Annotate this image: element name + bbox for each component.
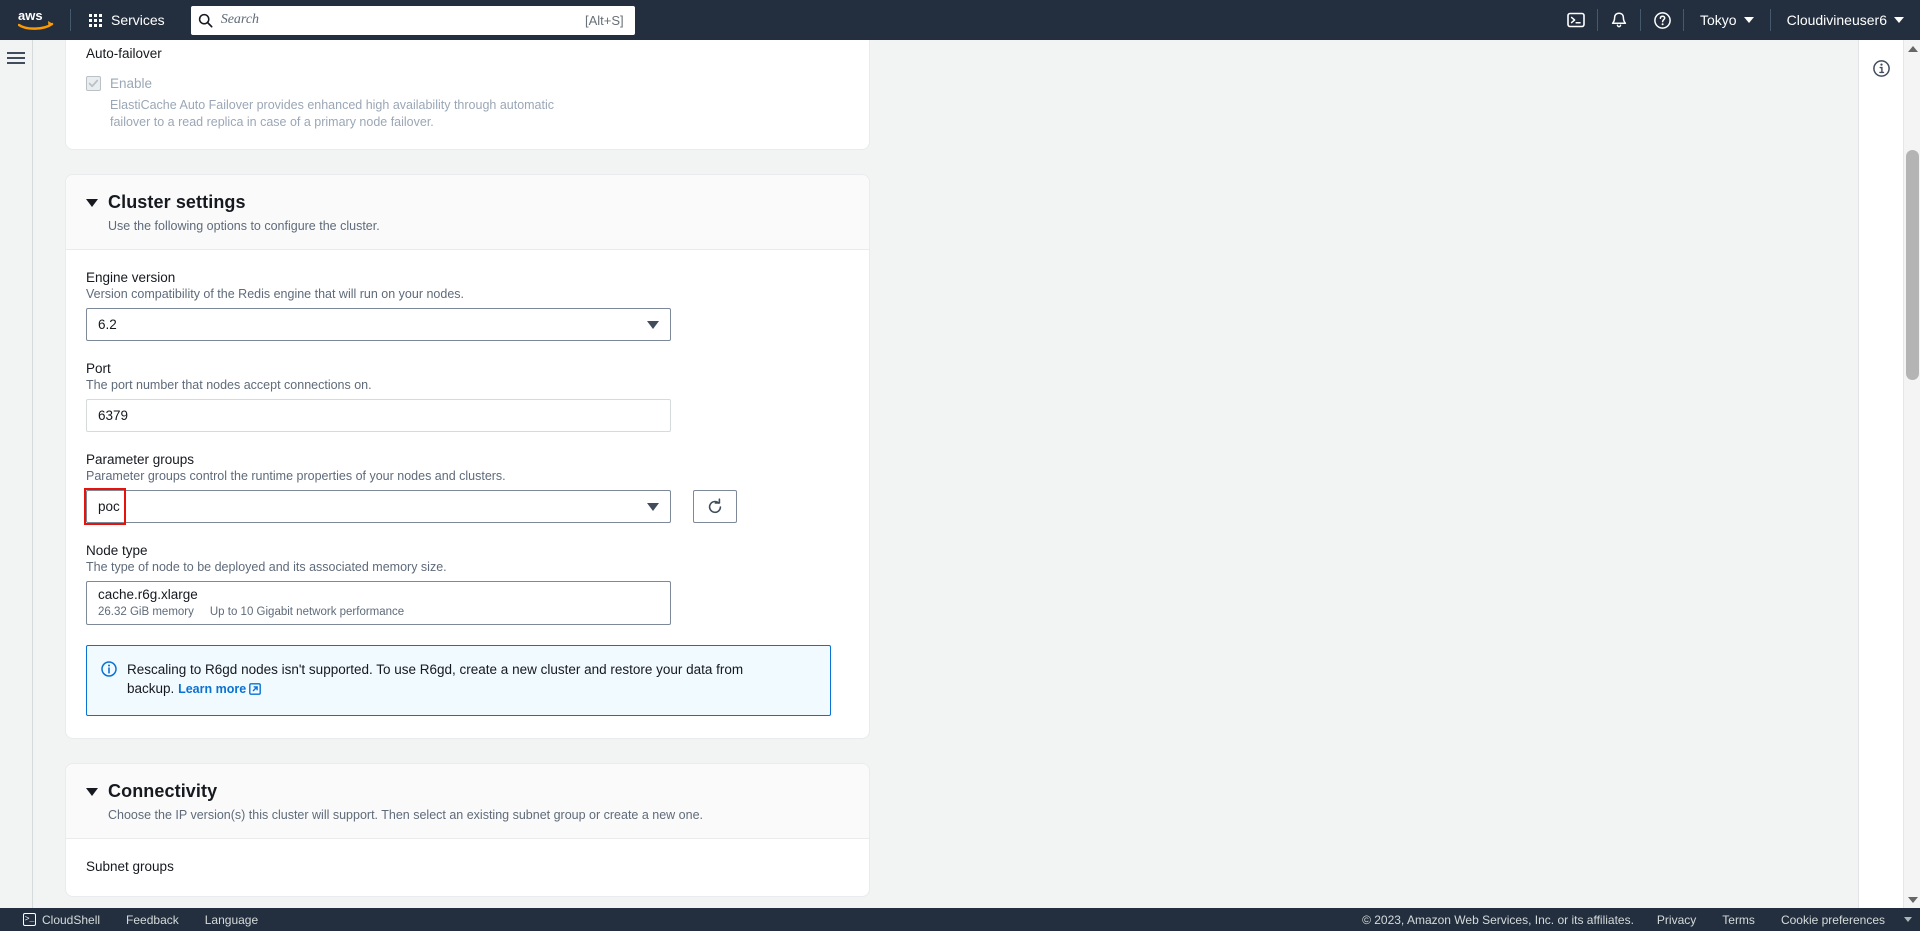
collapse-toggle-icon[interactable] — [86, 787, 98, 796]
port-description: The port number that nodes accept connec… — [86, 378, 372, 392]
port-field: Port The port number that nodes accept c… — [86, 361, 849, 432]
footer-right-group: © 2023, Amazon Web Services, Inc. or its… — [1362, 913, 1920, 927]
parameter-groups-select-wrapper: poc — [84, 488, 671, 525]
port-label: Port — [86, 361, 111, 376]
language-label: Language — [204, 912, 259, 927]
collapse-toggle-icon[interactable] — [86, 198, 98, 207]
region-selector[interactable]: Tokyo — [1684, 0, 1770, 40]
svg-text:aws: aws — [18, 8, 43, 23]
cluster-settings-title: Cluster settings — [108, 192, 246, 212]
aws-logo[interactable]: aws — [8, 0, 64, 40]
auto-failover-section: Auto-failover Enable ElastiCache Auto Fa… — [65, 40, 870, 150]
page-scrollbar[interactable] — [1903, 40, 1920, 908]
bell-icon[interactable] — [1598, 0, 1640, 40]
cookie-preferences-link[interactable]: Cookie preferences — [1768, 913, 1898, 927]
chevron-down-icon — [647, 320, 659, 329]
top-nav-right-group: Tokyo Cloudivineuser6 — [1555, 0, 1920, 40]
account-menu-button[interactable]: Cloudivineuser6 — [1771, 0, 1920, 40]
rescaling-info-alert: Rescaling to R6gd nodes isn't supported.… — [86, 645, 831, 716]
auto-failover-enable-label: Enable — [110, 76, 153, 91]
left-navigation-rail — [0, 40, 33, 908]
copyright-text: © 2023, Amazon Web Services, Inc. or its… — [1362, 912, 1634, 927]
nav-divider — [70, 9, 71, 31]
region-label: Tokyo — [1700, 12, 1737, 28]
parameter-groups-description: Parameter groups control the runtime pro… — [86, 469, 506, 483]
parameter-groups-label: Parameter groups — [86, 452, 195, 467]
port-input[interactable]: 6379 — [86, 399, 671, 432]
footer-left-group: >_ CloudShell Feedback Language — [0, 913, 271, 927]
connectivity-body: Subnet groups — [66, 839, 869, 896]
footer-bar: >_ CloudShell Feedback Language © 2023, … — [0, 908, 1920, 931]
engine-version-field: Engine version Version compatibility of … — [86, 270, 849, 341]
node-type-network: Up to 10 Gigabit network performance — [209, 606, 405, 618]
cluster-settings-subtitle: Use the following options to configure t… — [108, 219, 380, 233]
node-type-label: Node type — [86, 543, 148, 558]
right-info-rail — [1858, 40, 1903, 908]
cluster-settings-card: Cluster settings Use the following optio… — [65, 174, 870, 739]
refresh-icon[interactable] — [693, 490, 737, 523]
feedback-button[interactable]: Feedback — [113, 913, 192, 927]
chevron-down-icon — [647, 502, 659, 511]
feedback-label: Feedback — [126, 912, 179, 927]
language-button[interactable]: Language — [192, 913, 271, 927]
parameter-groups-value: poc — [98, 499, 120, 514]
auto-failover-checkbox — [86, 76, 101, 91]
services-menu-button[interactable]: Services — [77, 0, 177, 40]
grid-icon — [89, 13, 102, 27]
connectivity-header: Connectivity Choose the IP version(s) th… — [66, 764, 869, 839]
account-label: Cloudivineuser6 — [1786, 12, 1887, 28]
chevron-down-icon — [1743, 17, 1754, 23]
connectivity-card: Connectivity Choose the IP version(s) th… — [65, 763, 870, 897]
node-type-meta: 26.32 GiB memory Up to 10 Gigabit networ… — [98, 604, 659, 620]
cloudshell-label: CloudShell — [42, 912, 101, 927]
chevron-down-icon — [1894, 17, 1904, 23]
auto-failover-description: ElastiCache Auto Failover provides enhan… — [110, 98, 555, 129]
page-container: Auto-failover Enable ElastiCache Auto Fa… — [0, 40, 1920, 908]
scrollbar-up-arrow-icon[interactable] — [1904, 40, 1920, 57]
cluster-form-column: Auto-failover Enable ElastiCache Auto Fa… — [65, 40, 870, 908]
info-circle-icon — [101, 661, 117, 701]
terms-link[interactable]: Terms — [1709, 913, 1768, 927]
engine-version-value: 6.2 — [98, 317, 117, 332]
info-circle-icon[interactable] — [1866, 53, 1896, 83]
search-icon — [191, 13, 221, 28]
node-type-field: Node type The type of node to be deploye… — [86, 543, 849, 625]
cloudshell-icon: >_ — [23, 913, 36, 926]
alert-message: Rescaling to R6gd nodes isn't supported.… — [127, 660, 787, 701]
external-link-icon — [249, 682, 262, 701]
cloudshell-icon[interactable] — [1555, 0, 1597, 40]
port-value: 6379 — [98, 408, 129, 423]
engine-version-select[interactable]: 6.2 — [86, 308, 671, 341]
node-type-select[interactable]: cache.r6g.xlarge 26.32 GiB memory Up to … — [86, 581, 671, 625]
parameter-groups-field: Parameter groups Parameter groups contro… — [84, 452, 849, 525]
connectivity-subtitle: Choose the IP version(s) this cluster wi… — [108, 808, 703, 822]
engine-version-label: Engine version — [86, 270, 176, 285]
node-type-value: cache.r6g.xlarge — [98, 587, 198, 602]
connectivity-title: Connectivity — [108, 781, 218, 801]
services-label: Services — [111, 12, 165, 28]
node-type-memory: 26.32 GiB memory — [98, 606, 194, 618]
search-shortcut-hint: [Alt+S] — [585, 12, 624, 28]
privacy-link[interactable]: Privacy — [1644, 913, 1709, 927]
search-input[interactable]: Search — [221, 12, 585, 28]
auto-failover-enable-row[interactable]: Enable ElastiCache Auto Failover provide… — [86, 75, 849, 131]
engine-version-description: Version compatibility of the Redis engin… — [86, 287, 464, 301]
global-search-box[interactable]: Search [Alt+S] — [190, 5, 635, 35]
cluster-settings-body: Engine version Version compatibility of … — [66, 250, 869, 738]
top-navigation-bar: aws Services Search [Alt+S] Tokyo Cloudi… — [0, 0, 1920, 40]
scrollbar-down-arrow-icon[interactable] — [1904, 891, 1920, 908]
auto-failover-label: Auto-failover — [86, 46, 162, 61]
subnet-groups-label: Subnet groups — [86, 859, 174, 874]
scrollbar-thumb[interactable] — [1906, 150, 1919, 380]
learn-more-label: Learn more — [178, 682, 247, 696]
cloudshell-button[interactable]: >_ CloudShell — [10, 913, 113, 927]
node-type-description: The type of node to be deployed and its … — [86, 560, 447, 574]
main-content-area: Auto-failover Enable ElastiCache Auto Fa… — [33, 40, 1863, 908]
chevron-down-icon[interactable] — [1904, 917, 1912, 922]
hamburger-menu-icon[interactable] — [7, 52, 25, 64]
cluster-settings-header: Cluster settings Use the following optio… — [66, 175, 869, 250]
question-circle-icon[interactable] — [1641, 0, 1683, 40]
learn-more-link[interactable]: Learn more — [178, 682, 262, 696]
parameter-groups-select[interactable]: poc — [86, 490, 671, 523]
